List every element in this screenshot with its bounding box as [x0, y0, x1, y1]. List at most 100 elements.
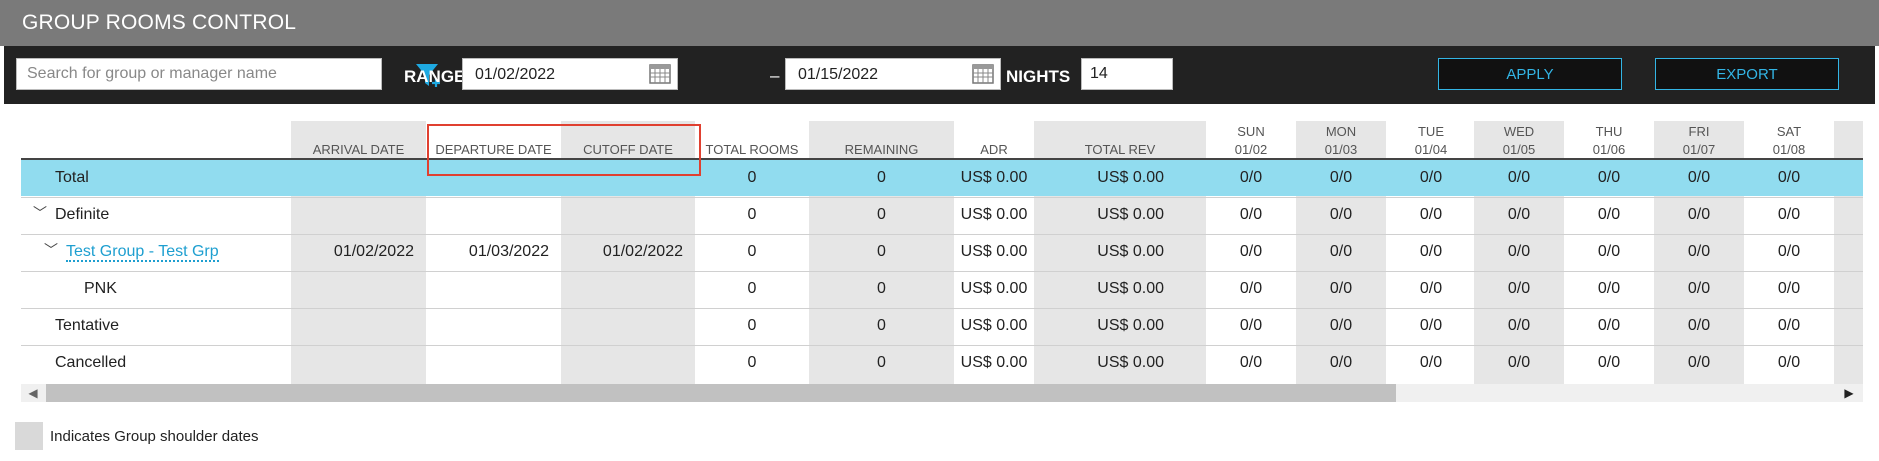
- cell-day-wed[interactable]: 0/0: [1474, 345, 1564, 381]
- cell-day-thu[interactable]: 0/0: [1564, 234, 1654, 270]
- cell-arrival: [291, 197, 414, 233]
- cell-arrival: [291, 308, 414, 344]
- range-end-input[interactable]: [786, 59, 970, 91]
- header-departure-date[interactable]: DEPARTURE DATE: [426, 121, 561, 161]
- header-day-wed[interactable]: WED 01/05: [1474, 121, 1564, 161]
- header-day-date: 01/08: [1772, 142, 1806, 157]
- header-day-sun[interactable]: SUN 01/02: [1206, 121, 1296, 161]
- cell-day-thu[interactable]: 0/0: [1564, 345, 1654, 381]
- cell-departure: [426, 345, 549, 381]
- cell-adr: US$ 0.00: [960, 206, 1028, 223]
- header-day-sat[interactable]: SAT 01/08: [1744, 121, 1834, 161]
- cell-day-sat[interactable]: 0/0: [1744, 160, 1834, 196]
- title-bar: GROUP ROOMS CONTROL: [0, 0, 1879, 46]
- nights-input[interactable]: [1081, 58, 1173, 90]
- cell-day-mon[interactable]: 0/0: [1296, 234, 1386, 270]
- header-day-date: 01/06: [1592, 142, 1626, 157]
- cell-day-sat[interactable]: 0/0: [1744, 345, 1834, 381]
- export-button[interactable]: EXPORT: [1655, 58, 1839, 90]
- cell-day-sat[interactable]: 0/0: [1744, 197, 1834, 233]
- cell-day-tue[interactable]: 0/0: [1386, 345, 1476, 381]
- cell-total-rev: US$ 0.00: [1097, 354, 1164, 371]
- cell-day-tue[interactable]: 0/0: [1386, 197, 1476, 233]
- search-input[interactable]: [16, 58, 382, 90]
- header-total-rev[interactable]: TOTAL REV: [1034, 121, 1206, 161]
- header-day-mon[interactable]: MON 01/03: [1296, 121, 1386, 161]
- cell-day-fri[interactable]: 0/0: [1654, 160, 1744, 196]
- cell-adr: US$ 0.00: [960, 317, 1028, 334]
- header-day-fri[interactable]: FRI 01/07: [1654, 121, 1744, 161]
- cell-total-rooms: 0: [747, 354, 757, 371]
- cell-day-wed[interactable]: 0/0: [1474, 197, 1564, 233]
- range-end-field[interactable]: [785, 58, 1001, 91]
- scroll-left-icon[interactable]: ◀: [24, 384, 42, 402]
- header-total-rooms[interactable]: TOTAL ROOMS: [695, 121, 809, 161]
- cell-total-rooms: 0: [747, 243, 757, 260]
- cell-day-thu[interactable]: 0/0: [1564, 197, 1654, 233]
- chevron-down-icon[interactable]: ﹀: [44, 240, 58, 260]
- apply-button[interactable]: APPLY: [1438, 58, 1622, 90]
- row-label-text: Cancelled: [55, 354, 127, 371]
- cell-day-thu[interactable]: 0/0: [1564, 308, 1654, 344]
- cell-day-wed[interactable]: 0/0: [1474, 271, 1564, 307]
- toolbar: RANGE – NIGHTS APPLY EXPORT: [4, 46, 1875, 104]
- row-label-text: Total: [55, 169, 89, 186]
- cell-total-rooms: 0: [747, 169, 757, 186]
- cell-day-sun[interactable]: 0/0: [1206, 308, 1296, 344]
- row-label-text: Definite: [55, 206, 110, 223]
- cell-day-mon[interactable]: 0/0: [1296, 271, 1386, 307]
- header-cutoff-date[interactable]: CUTOFF DATE: [561, 121, 695, 161]
- cell-day-wed[interactable]: 0/0: [1474, 308, 1564, 344]
- cell-day-fri[interactable]: 0/0: [1654, 197, 1744, 233]
- scrollbar-thumb[interactable]: [46, 384, 1396, 402]
- cell-day-sat[interactable]: 0/0: [1744, 271, 1834, 307]
- cell-departure: [426, 197, 549, 233]
- cell-cutoff: 01/02/2022: [602, 243, 683, 260]
- cell-day-sun[interactable]: 0/0: [1206, 234, 1296, 270]
- range-start-input[interactable]: [463, 59, 647, 91]
- cell-day-sun[interactable]: 0/0: [1206, 271, 1296, 307]
- cell-day-sun[interactable]: 0/0: [1206, 345, 1296, 381]
- header-day-tue[interactable]: TUE 01/04: [1386, 121, 1476, 161]
- cell-day-sat[interactable]: 0/0: [1744, 234, 1834, 270]
- row-label: PNK: [84, 271, 117, 307]
- cell-departure: [426, 160, 549, 196]
- cell-total-rev: US$ 0.00: [1097, 169, 1164, 186]
- cell-day-tue[interactable]: 0/0: [1386, 160, 1476, 196]
- calendar-icon[interactable]: [649, 64, 671, 84]
- cell-cutoff: [561, 160, 683, 196]
- cell-day-fri[interactable]: 0/0: [1654, 271, 1744, 307]
- cell-day-mon[interactable]: 0/0: [1296, 197, 1386, 233]
- chevron-down-icon[interactable]: ﹀: [33, 203, 47, 223]
- header-arrival-date[interactable]: ARRIVAL DATE: [291, 121, 426, 161]
- cell-day-thu[interactable]: 0/0: [1564, 271, 1654, 307]
- page-title: GROUP ROOMS CONTROL: [22, 11, 297, 34]
- cell-day-tue[interactable]: 0/0: [1386, 234, 1476, 270]
- calendar-icon[interactable]: [972, 64, 994, 84]
- cell-day-thu[interactable]: 0/0: [1564, 160, 1654, 196]
- group-link[interactable]: Test Group - Test Grp: [66, 243, 219, 262]
- cell-day-fri[interactable]: 0/0: [1654, 234, 1744, 270]
- cell-day-tue[interactable]: 0/0: [1386, 271, 1476, 307]
- cell-day-fri[interactable]: 0/0: [1654, 345, 1744, 381]
- header-day-thu[interactable]: THU 01/06: [1564, 121, 1654, 161]
- cell-day-wed[interactable]: 0/0: [1474, 234, 1564, 270]
- cell-day-mon[interactable]: 0/0: [1296, 308, 1386, 344]
- cell-day-sun[interactable]: 0/0: [1206, 197, 1296, 233]
- header-day-date: 01/05: [1502, 142, 1536, 157]
- cell-day-sat[interactable]: 0/0: [1744, 308, 1834, 344]
- cell-day-tue[interactable]: 0/0: [1386, 308, 1476, 344]
- cell-arrival: 01/02/2022: [333, 243, 414, 260]
- cell-day-wed[interactable]: 0/0: [1474, 160, 1564, 196]
- cell-day-sun[interactable]: 0/0: [1206, 160, 1296, 196]
- cell-day-mon[interactable]: 0/0: [1296, 160, 1386, 196]
- scroll-right-icon[interactable]: ▶: [1840, 384, 1858, 402]
- range-start-field[interactable]: [462, 58, 678, 91]
- header-day-name: FRI: [1688, 124, 1710, 139]
- header-adr[interactable]: ADR: [954, 121, 1034, 161]
- header-remaining[interactable]: REMAINING: [809, 121, 954, 161]
- row-label: Cancelled: [55, 345, 126, 381]
- row-label[interactable]: Test Group - Test Grp: [66, 234, 219, 270]
- cell-day-fri[interactable]: 0/0: [1654, 308, 1744, 344]
- cell-day-mon[interactable]: 0/0: [1296, 345, 1386, 381]
